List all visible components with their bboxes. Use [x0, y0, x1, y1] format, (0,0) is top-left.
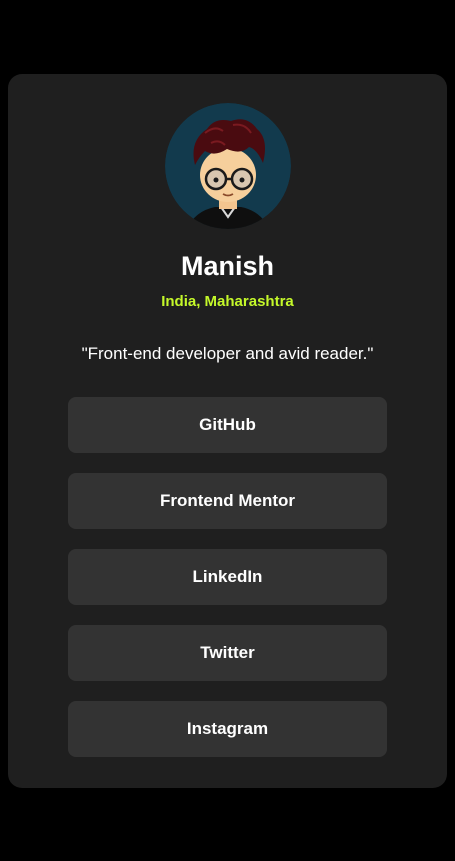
avatar-illustration-icon: [165, 103, 291, 229]
instagram-link-button[interactable]: Instagram: [68, 701, 387, 757]
github-link-button[interactable]: GitHub: [68, 397, 387, 453]
social-links-list: GitHub Frontend Mentor LinkedIn Twitter …: [68, 397, 387, 777]
profile-name: Manish: [180, 251, 274, 281]
linkedin-link-button[interactable]: LinkedIn: [68, 549, 387, 605]
twitter-link-button[interactable]: Twitter: [68, 625, 387, 681]
profile-card: Manish India, Maharashtra "Front-end dev…: [8, 74, 447, 788]
frontend-mentor-link-button[interactable]: Frontend Mentor: [68, 473, 387, 529]
avatar: [165, 103, 291, 229]
profile-location: India, Maharashtra: [161, 293, 294, 310]
profile-bio: "Front-end developer and avid reader.": [81, 344, 374, 363]
